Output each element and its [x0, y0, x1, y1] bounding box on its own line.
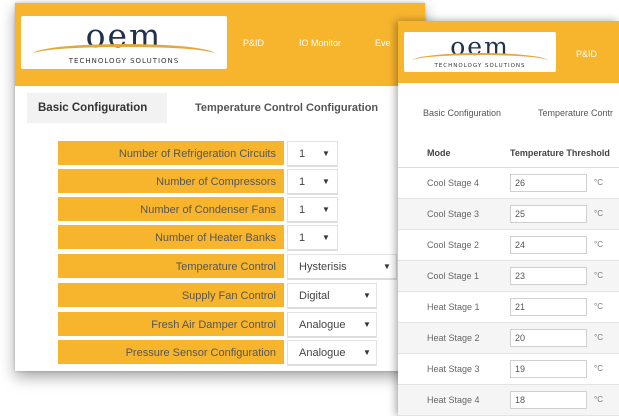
table-row: Heat Stage 3 19 °C [398, 353, 619, 385]
chevron-down-icon: ▼ [363, 348, 371, 357]
column-header-mode: Mode [398, 139, 510, 168]
unit-label: °C [594, 364, 603, 373]
fresh-air-damper-control-label: Fresh Air Damper Control [58, 312, 284, 338]
supply-fan-control-select[interactable]: Digital ▼ [287, 283, 377, 309]
unit-label: °C [594, 271, 603, 280]
condenser-fans-value: 1 [299, 204, 306, 216]
threshold-input[interactable]: 26 [510, 173, 587, 192]
nav-events[interactable]: Eve [375, 38, 391, 48]
chevron-down-icon: ▼ [322, 177, 330, 186]
unit-label: °C [594, 209, 603, 218]
heater-banks-value: 1 [299, 232, 306, 244]
chevron-down-icon: ▼ [363, 291, 371, 300]
temperature-threshold-table: Mode Temperature Threshold Cool Stage 4 … [398, 139, 619, 416]
tab-temperature-control-configuration[interactable]: Temperature Contr [538, 99, 613, 127]
compressors-label: Number of Compressors [58, 169, 284, 195]
supply-fan-control-value: Digital [299, 290, 330, 302]
compressors-select[interactable]: 1 ▼ [287, 169, 338, 195]
nav-pid[interactable]: P&ID [576, 49, 597, 59]
condenser-fans-label: Number of Condenser Fans [58, 197, 284, 223]
threshold-cell: 26 °C [510, 167, 619, 199]
tab-basic-configuration[interactable]: Basic Configuration [423, 99, 501, 127]
unit-label: °C [594, 395, 603, 404]
threshold-input[interactable]: 23 [510, 266, 587, 285]
mode-cell: Heat Stage 4 [398, 384, 510, 416]
threshold-cell: 25 °C [510, 198, 619, 230]
table-row: Heat Stage 1 21 °C [398, 291, 619, 323]
config-tabs: Basic Configuration Temperature Control … [15, 93, 425, 123]
fresh-air-damper-control-value: Analogue [299, 319, 346, 331]
mode-cell: Cool Stage 4 [398, 167, 510, 199]
threshold-input[interactable]: 21 [510, 297, 587, 316]
pressure-sensor-configuration-value: Analogue [299, 347, 346, 359]
temperature-control-label: Temperature Control [58, 254, 284, 280]
pressure-sensor-configuration-select[interactable]: Analogue ▼ [287, 340, 377, 366]
threshold-cell: 23 °C [510, 260, 619, 292]
tab-temperature-control-configuration[interactable]: Temperature Control Configuration [195, 93, 378, 123]
oem-logo[interactable]: oem TECHNOLOGY SOLUTIONS [404, 32, 556, 72]
temperature-control-select[interactable]: Hysterisis ▼ [287, 254, 397, 280]
heater-banks-label: Number of Heater Banks [58, 225, 284, 251]
mode-cell: Cool Stage 1 [398, 260, 510, 292]
mode-cell: Heat Stage 1 [398, 291, 510, 323]
threshold-input[interactable]: 24 [510, 235, 587, 254]
temperature-control-window: oem TECHNOLOGY SOLUTIONS P&ID Basic Conf… [398, 21, 619, 416]
nav-pid[interactable]: P&ID [243, 38, 264, 48]
threshold-cell: 18 °C [510, 384, 619, 416]
chevron-down-icon: ▼ [363, 320, 371, 329]
compressors-value: 1 [299, 176, 306, 188]
refrigeration-circuits-label: Number of Refrigeration Circuits [58, 141, 284, 167]
threshold-cell: 24 °C [510, 229, 619, 261]
column-header-temperature-threshold: Temperature Threshold [510, 139, 619, 168]
threshold-cell: 21 °C [510, 291, 619, 323]
mode-cell: Cool Stage 2 [398, 229, 510, 261]
oem-logo[interactable]: oem TECHNOLOGY SOLUTIONS [21, 16, 227, 69]
table-row: Cool Stage 1 23 °C [398, 260, 619, 292]
nav-io-monitor[interactable]: IO Monitor [299, 38, 341, 48]
threshold-input[interactable]: 20 [510, 328, 587, 347]
threshold-cell: 20 °C [510, 322, 619, 354]
mode-cell: Cool Stage 3 [398, 198, 510, 230]
logo-tagline: TECHNOLOGY SOLUTIONS [68, 57, 180, 65]
supply-fan-control-label: Supply Fan Control [58, 283, 284, 309]
unit-label: °C [594, 178, 603, 187]
refrigeration-circuits-value: 1 [299, 148, 306, 160]
config-tabs: Basic Configuration Temperature Contr [398, 99, 619, 127]
table-row: Cool Stage 3 25 °C [398, 198, 619, 230]
threshold-input[interactable]: 18 [510, 390, 587, 409]
pressure-sensor-configuration-label: Pressure Sensor Configuration [58, 340, 284, 366]
tab-basic-configuration[interactable]: Basic Configuration [27, 93, 167, 123]
fresh-air-damper-control-select[interactable]: Analogue ▼ [287, 312, 377, 338]
chevron-down-icon: ▼ [322, 233, 330, 242]
chevron-down-icon: ▼ [383, 262, 391, 271]
chevron-down-icon: ▼ [322, 149, 330, 158]
table-row: Heat Stage 4 18 °C [398, 384, 619, 416]
refrigeration-circuits-select[interactable]: 1 ▼ [287, 141, 338, 167]
table-header-row: Mode Temperature Threshold [398, 139, 619, 168]
unit-label: °C [594, 333, 603, 342]
unit-label: °C [594, 240, 603, 249]
mode-cell: Heat Stage 3 [398, 353, 510, 385]
table-row: Cool Stage 2 24 °C [398, 229, 619, 261]
threshold-input[interactable]: 25 [510, 204, 587, 223]
threshold-input[interactable]: 19 [510, 359, 587, 378]
unit-label: °C [594, 302, 603, 311]
condenser-fans-select[interactable]: 1 ▼ [287, 197, 338, 223]
mode-cell: Heat Stage 2 [398, 322, 510, 354]
logo-tagline: TECHNOLOGY SOLUTIONS [434, 63, 526, 69]
app-header: oem TECHNOLOGY SOLUTIONS P&ID [398, 21, 619, 83]
heater-banks-select[interactable]: 1 ▼ [287, 225, 338, 251]
temperature-control-value: Hysterisis [299, 261, 347, 273]
app-header: oem TECHNOLOGY SOLUTIONS P&ID IO Monitor… [15, 3, 425, 86]
basic-config-window: oem TECHNOLOGY SOLUTIONS P&ID IO Monitor… [15, 3, 425, 371]
table-row: Heat Stage 2 20 °C [398, 322, 619, 354]
chevron-down-icon: ▼ [322, 205, 330, 214]
table-row: Cool Stage 4 26 °C [398, 167, 619, 199]
threshold-cell: 19 °C [510, 353, 619, 385]
